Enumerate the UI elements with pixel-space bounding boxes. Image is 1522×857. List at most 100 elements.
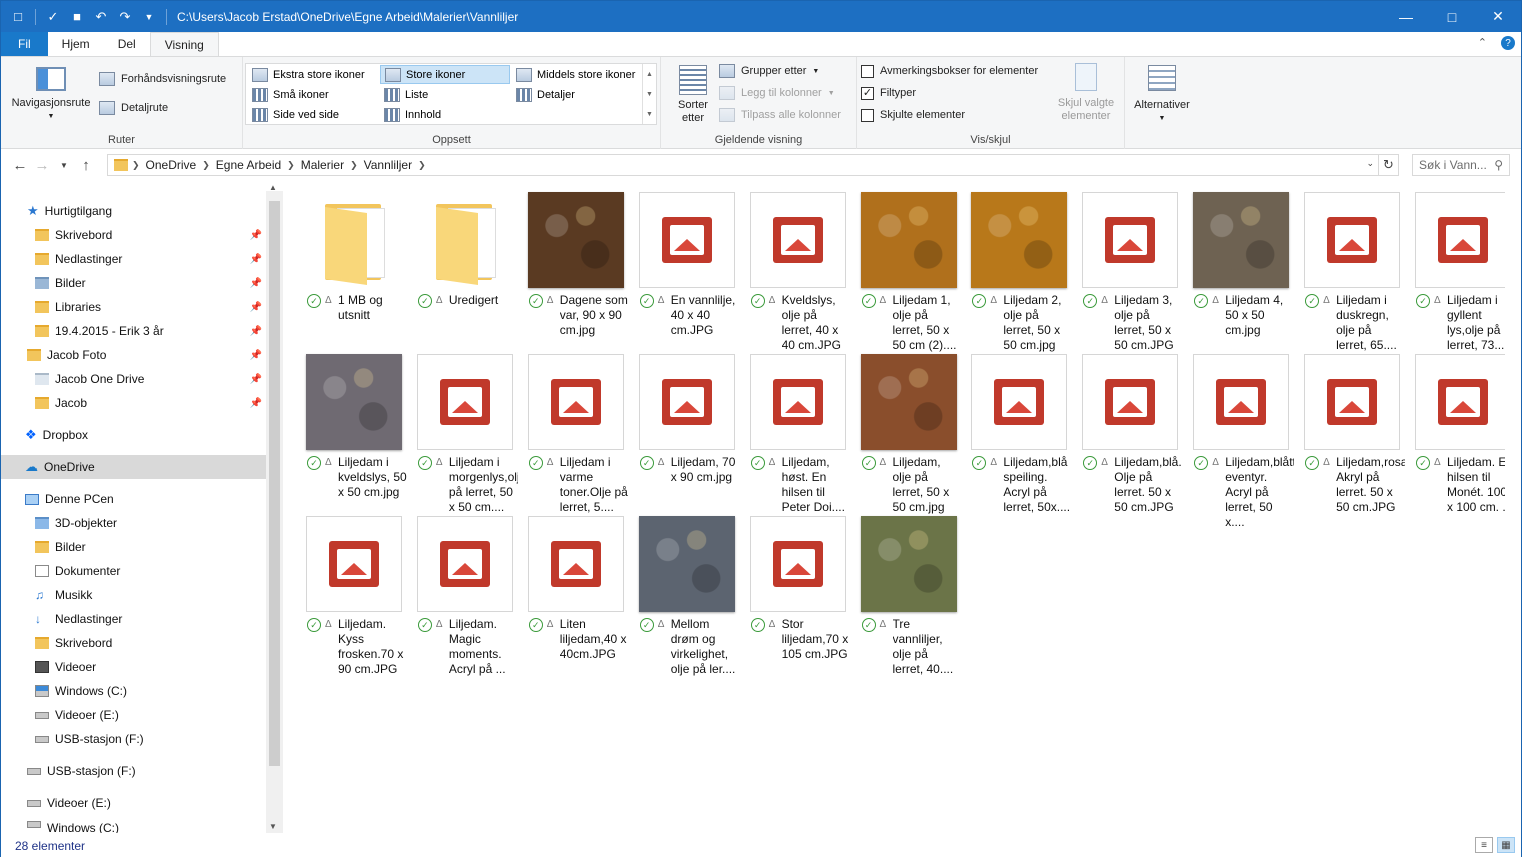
nav-scrollbar-thumb[interactable]: [269, 201, 280, 766]
pin-icon[interactable]: 📌: [250, 254, 262, 265]
scroll-down-icon[interactable]: ▼: [269, 822, 277, 831]
file-name[interactable]: 1 MB og utsnitt: [338, 293, 407, 323]
nav-usb-drive[interactable]: USB-stasjon (F:): [1, 759, 266, 783]
nav-pc-item[interactable]: Dokumenter: [1, 559, 266, 583]
breadcrumb-separator[interactable]: ❯: [418, 160, 426, 171]
file-item[interactable]: ✓ Δ Liljedam i gyllent lys,olje på lerret,…: [1412, 189, 1516, 352]
nav-quick-item[interactable]: 19.4.2015 - Erik 3 år 📌: [1, 319, 266, 343]
file-item[interactable]: ✓ Δ Liljedam. En hilsen til Monét. 100 x 1…: [1412, 351, 1516, 514]
nav-onedrive[interactable]: ☁ OneDrive: [1, 455, 266, 479]
customize-qat-icon[interactable]: ▼: [138, 6, 160, 28]
sort-by-button[interactable]: Sorter etter: [675, 65, 711, 125]
back-button[interactable]: ←: [9, 155, 31, 177]
group-by-button[interactable]: Grupper etter ▼: [719, 61, 819, 81]
file-item[interactable]: ✓ Δ Liljedam. Magic moments. Acryl på ...: [414, 513, 518, 676]
breadcrumb-separator[interactable]: ❯: [287, 160, 295, 171]
file-name[interactable]: Liljedam, høst. En hilsen til Peter Doi.…: [782, 455, 851, 515]
file-name[interactable]: En vannlilje, 40 x 40 cm.JPG: [671, 293, 740, 338]
file-name[interactable]: Liljedam i kveldslys, 50 x 50 cm.jpg: [338, 455, 407, 500]
details-pane-button[interactable]: Detaljrute: [99, 98, 168, 118]
address-dropdown-icon[interactable]: ⌄: [1366, 158, 1374, 169]
tab-fil[interactable]: Fil: [1, 32, 48, 56]
file-name[interactable]: Liljedam 4, 50 x 50 cm.jpg: [1225, 293, 1294, 338]
breadcrumb-separator[interactable]: ❯: [132, 160, 140, 171]
file-name[interactable]: Dagene som var, 90 x 90 cm.jpg: [560, 293, 629, 338]
fit-columns-button[interactable]: Tilpass alle kolonner: [719, 105, 841, 125]
file-item[interactable]: ✓ Δ Liten liljedam,40 x 40cm.JPG: [525, 513, 629, 673]
recent-locations-button[interactable]: ▼: [53, 155, 75, 177]
layout-small-icons[interactable]: Små ikoner: [248, 85, 333, 104]
layout-list[interactable]: Liste: [380, 85, 432, 104]
file-name[interactable]: Kveldslys, olje på lerret, 40 x 40 cm.JP…: [782, 293, 851, 353]
file-item[interactable]: ✓ Δ Liljedam, høst. En hilsen til Peter Do…: [747, 351, 851, 514]
pin-icon[interactable]: 📌: [250, 350, 262, 361]
file-name[interactable]: Liljedam. Magic moments. Acryl på ...: [449, 617, 518, 677]
file-name[interactable]: Liljedam,blå speiling. Acryl på lerret, …: [1003, 455, 1072, 515]
file-item[interactable]: ✓ Δ Liljedam 2, olje på lerret, 50 x 50 cm…: [968, 189, 1072, 352]
search-input[interactable]: Søk i Vann...: [1419, 158, 1487, 172]
details-view-button[interactable]: ≡: [1475, 837, 1493, 853]
close-button[interactable]: ✕: [1475, 1, 1521, 32]
file-item[interactable]: ✓ Δ Liljedam 4, 50 x 50 cm.jpg: [1190, 189, 1294, 349]
pin-icon[interactable]: 📌: [250, 326, 262, 337]
address-bar[interactable]: ❯ OneDrive ❯ Egne Arbeid ❯ Malerier ❯ Va…: [107, 154, 1399, 176]
nav-quick-item[interactable]: Jacob 📌: [1, 391, 266, 415]
file-name[interactable]: Liljedam i duskregn, olje på lerret, 65.…: [1336, 293, 1405, 353]
pin-icon[interactable]: 📌: [250, 278, 262, 289]
breadcrumb-malerier[interactable]: Malerier: [295, 158, 350, 172]
file-name[interactable]: Liljedam 1, olje på lerret, 50 x 50 cm (…: [893, 293, 962, 353]
file-name[interactable]: Liljedam 3, olje på lerret, 50 x 50 cm.J…: [1114, 293, 1183, 353]
layout-details[interactable]: Detaljer: [512, 85, 579, 104]
help-icon[interactable]: ?: [1501, 36, 1515, 50]
file-item[interactable]: ✓ Δ Liljedam,blå. Olje på lerret. 50 x 50 …: [1079, 351, 1183, 514]
file-name[interactable]: Tre vannliljer, olje på lerret, 40....: [893, 617, 962, 677]
nav-pc-item[interactable]: Videoer: [1, 655, 266, 679]
nav-pc-item[interactable]: USB-stasjon (F:): [1, 727, 266, 751]
nav-videos-drive[interactable]: Videoer (E:): [1, 791, 266, 815]
file-item[interactable]: ✓ Δ Liljedam i kveldslys, 50 x 50 cm.jpg: [303, 351, 407, 511]
layout-medium-icons[interactable]: Middels store ikoner: [512, 65, 639, 84]
search-box[interactable]: Søk i Vann... ⚲: [1412, 154, 1510, 176]
file-name[interactable]: Liljedam. Kyss frosken.70 x 90 cm.JPG: [338, 617, 407, 677]
hide-selected-button[interactable]: Skjul valgte elementer: [1053, 63, 1119, 123]
nav-pc-item[interactable]: 3D-objekter: [1, 511, 266, 535]
layout-tiles[interactable]: Side ved side: [248, 105, 343, 124]
refresh-icon[interactable]: ↻: [1378, 155, 1398, 175]
file-item[interactable]: ✓ Δ Liljedam, 70 x 90 cm.jpg: [636, 351, 740, 511]
preview-pane-button[interactable]: Forhåndsvisningsrute: [99, 69, 226, 89]
add-columns-button[interactable]: Legg til kolonner ▼: [719, 83, 835, 103]
file-item[interactable]: ✓ Δ Liljedam,blå speiling. Acryl på lerret…: [968, 351, 1072, 514]
nav-pc-item[interactable]: ♫ Musikk: [1, 583, 266, 607]
forward-button[interactable]: →: [31, 155, 53, 177]
minimize-button[interactable]: —: [1383, 1, 1429, 32]
layout-content[interactable]: Innhold: [380, 105, 445, 124]
file-item[interactable]: ✓ Δ En vannlilje, 40 x 40 cm.JPG: [636, 189, 740, 349]
tab-visning[interactable]: Visning: [149, 32, 219, 56]
file-name[interactable]: Liljedam,blått eventyr. Acryl på lerret,…: [1225, 455, 1294, 530]
file-item[interactable]: ✓ Δ Stor liljedam,70 x 105 cm.JPG: [747, 513, 851, 673]
nav-pc-item[interactable]: Windows (C:): [1, 679, 266, 703]
nav-quick-item[interactable]: Jacob One Drive 📌: [1, 367, 266, 391]
pin-icon[interactable]: 📌: [250, 398, 262, 409]
file-name[interactable]: Liten liljedam,40 x 40cm.JPG: [560, 617, 629, 662]
nav-dropbox[interactable]: ❖ Dropbox: [1, 423, 266, 447]
content-scrollbar[interactable]: [1505, 183, 1521, 833]
breadcrumb-onedrive[interactable]: OneDrive: [140, 158, 203, 172]
file-name[interactable]: Liljedam, 70 x 90 cm.jpg: [671, 455, 740, 485]
nav-this-pc[interactable]: Denne PCen: [1, 487, 266, 511]
file-item[interactable]: ✓ Δ Mellom drøm og virkelighet, olje på le…: [636, 513, 740, 676]
file-item[interactable]: ✓ Δ Dagene som var, 90 x 90 cm.jpg: [525, 189, 629, 349]
nav-pc-item[interactable]: ↓ Nedlastinger: [1, 607, 266, 631]
nav-quick-item[interactable]: Jacob Foto 📌: [1, 343, 266, 367]
file-item[interactable]: ✓ Δ Liljedam,rosa. Akryl på lerret. 50 x 5…: [1301, 351, 1405, 514]
breadcrumb-egne-arbeid[interactable]: Egne Arbeid: [210, 158, 287, 172]
item-checkboxes-toggle[interactable]: Avmerkingsbokser for elementer: [861, 61, 1038, 81]
nav-quick-item[interactable]: Libraries 📌: [1, 295, 266, 319]
nav-quick-item[interactable]: Bilder 📌: [1, 271, 266, 295]
file-item[interactable]: ✓ Δ Liljedam 1, olje på lerret, 50 x 50 cm…: [858, 189, 962, 352]
nav-windows-drive[interactable]: Windows (C:): [1, 821, 266, 833]
breadcrumb-separator[interactable]: ❯: [202, 160, 210, 171]
nav-pc-item[interactable]: Skrivebord: [1, 631, 266, 655]
layout-extra-large-icons[interactable]: Ekstra store ikoner: [248, 65, 369, 84]
file-item[interactable]: ✓ Δ Liljedam i duskregn, olje på lerret, 6…: [1301, 189, 1405, 352]
